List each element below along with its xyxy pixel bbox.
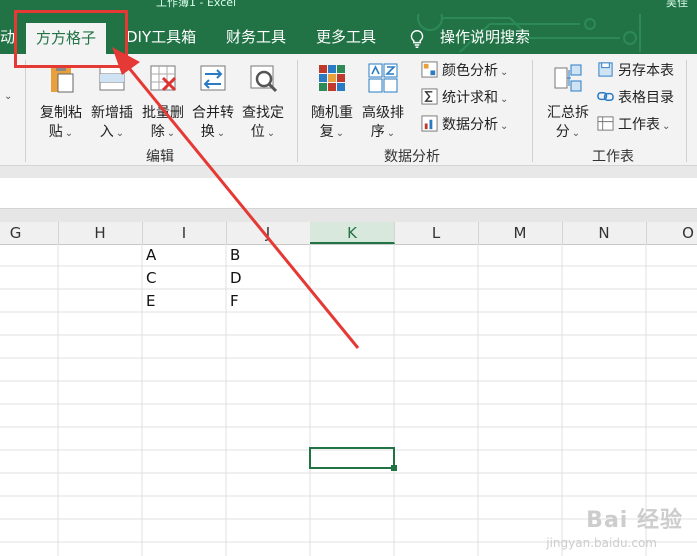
sort-az-icon bbox=[368, 63, 398, 93]
group-separator bbox=[686, 60, 687, 162]
stat-sum-button[interactable]: 统计求和 ⌄ bbox=[421, 87, 508, 109]
group-label-data-analysis: 数据分析 bbox=[384, 149, 440, 165]
cell-j3[interactable]: F bbox=[226, 290, 239, 312]
data-analysis-button[interactable]: 数据分析 ⌄ bbox=[421, 114, 508, 136]
merge-convert-icon bbox=[200, 65, 226, 91]
batch-delete-button[interactable]: 批量删 除 ⌄ bbox=[138, 62, 188, 143]
summary-split-icon bbox=[554, 64, 582, 92]
user-name: 吴佳 bbox=[666, 0, 688, 9]
group-separator bbox=[297, 60, 298, 162]
color-analysis-button[interactable]: 颜色分析 ⌄ bbox=[421, 60, 508, 82]
column-header-row: G H I J K L M N O bbox=[0, 222, 697, 245]
column-header-j[interactable]: J bbox=[226, 222, 311, 244]
merge-convert-button[interactable]: 合并转 换 ⌄ bbox=[188, 62, 238, 143]
column-header-h[interactable]: H bbox=[58, 222, 143, 244]
group-separator bbox=[532, 60, 533, 162]
column-header-o[interactable]: O bbox=[646, 222, 697, 244]
active-cell-selection[interactable] bbox=[309, 447, 395, 469]
tab-animation[interactable]: 动 bbox=[0, 22, 15, 52]
sum-icon bbox=[421, 88, 438, 105]
summary-split-button[interactable]: 汇总拆 分 ⌄ bbox=[543, 62, 593, 143]
tab-diy-toolbox[interactable]: DIY工具箱 bbox=[126, 22, 196, 52]
annotation-highlight-box bbox=[14, 10, 128, 68]
group-label-edit: 编辑 bbox=[146, 149, 174, 165]
cell-j1[interactable]: B bbox=[226, 244, 240, 266]
save-sheet-icon bbox=[598, 62, 613, 77]
formula-bar[interactable] bbox=[0, 178, 697, 209]
watermark-logo: Bai 经验 bbox=[586, 508, 683, 533]
ribbon: ⌄ 复制粘 贴 ⌄ 新增插 入 ⌄ 批量删 除 ⌄ 合并转 换 ⌄ 查找定 位 … bbox=[0, 54, 697, 166]
tab-finance-tools[interactable]: 财务工具 bbox=[226, 22, 286, 52]
analysis-chart-icon bbox=[421, 115, 438, 132]
random-blocks-icon bbox=[319, 65, 345, 91]
column-header-g[interactable]: G bbox=[0, 222, 59, 244]
copy-paste-button[interactable]: 复制粘 贴 ⌄ bbox=[36, 62, 86, 143]
save-this-sheet-button[interactable]: 另存本表 bbox=[597, 60, 674, 82]
column-header-l[interactable]: L bbox=[394, 222, 479, 244]
table-directory-button[interactable]: 表格目录 bbox=[597, 87, 674, 109]
lightbulb-icon bbox=[410, 30, 424, 48]
insert-new-button[interactable]: 新增插 入 ⌄ bbox=[87, 62, 137, 143]
tab-more-tools[interactable]: 更多工具 bbox=[316, 22, 376, 52]
advanced-sort-button[interactable]: 高级排 序 ⌄ bbox=[358, 62, 408, 143]
watermark-url: jingyan.baidu.com bbox=[546, 536, 657, 550]
worksheet-menu-button[interactable]: 工作表 ⌄ bbox=[597, 114, 670, 136]
ribbon-gap bbox=[0, 166, 697, 178]
group-separator bbox=[25, 60, 26, 162]
tell-me-search[interactable]: 操作说明搜索 bbox=[440, 22, 530, 52]
column-header-m[interactable]: M bbox=[478, 222, 563, 244]
link-icon bbox=[597, 91, 614, 102]
sheet-gap bbox=[0, 209, 697, 222]
chevron-down-icon[interactable]: ⌄ bbox=[2, 84, 12, 106]
cell-i1[interactable]: A bbox=[142, 244, 156, 266]
cell-i2[interactable]: C bbox=[142, 267, 156, 289]
window-title: 工作簿1 - Excel bbox=[156, 0, 237, 9]
cell-j2[interactable]: D bbox=[226, 267, 242, 289]
magnifier-icon bbox=[250, 65, 278, 93]
worksheet-icon bbox=[597, 116, 614, 131]
find-locate-button[interactable]: 查找定 位 ⌄ bbox=[238, 62, 288, 143]
group-label-worksheet: 工作表 bbox=[592, 149, 634, 165]
cell-i3[interactable]: E bbox=[142, 290, 155, 312]
random-repeat-button[interactable]: 随机重 复 ⌄ bbox=[307, 62, 357, 143]
color-grid-icon bbox=[421, 61, 438, 78]
column-header-k[interactable]: K bbox=[310, 222, 395, 244]
column-header-i[interactable]: I bbox=[142, 222, 227, 244]
fill-handle[interactable] bbox=[391, 465, 397, 471]
delete-table-icon bbox=[150, 65, 177, 92]
column-header-n[interactable]: N bbox=[562, 222, 647, 244]
